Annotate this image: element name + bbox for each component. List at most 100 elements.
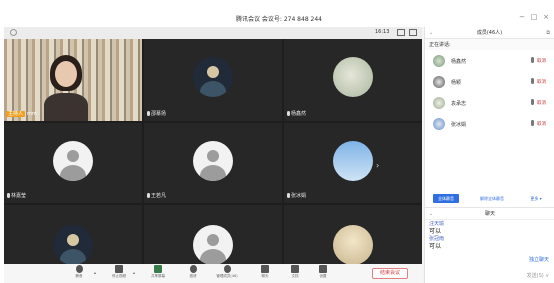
- avatar: [333, 225, 373, 264]
- mute-toggle[interactable]: 取消: [537, 121, 546, 127]
- meeting-window: 腾讯会议 会议号: 274 848 244 − □ × 16:13 主持人 mm …: [4, 10, 554, 283]
- collapse-icon[interactable]: ⌄: [429, 27, 433, 39]
- avatar: [193, 57, 233, 97]
- message-text: 可以: [429, 243, 442, 250]
- screen-share-icon: [154, 265, 162, 273]
- mute-toggle[interactable]: 取消: [537, 79, 546, 85]
- microphone-icon[interactable]: [531, 57, 534, 63]
- chat-message: 张冠雨 可以: [429, 236, 551, 251]
- invite-icon: [189, 265, 197, 273]
- private-chat-link[interactable]: 独立聊天: [529, 256, 549, 263]
- button-label: 设置: [319, 274, 327, 278]
- avatar: [53, 141, 93, 181]
- invite-button[interactable]: 邀请: [176, 265, 210, 283]
- more-button[interactable]: 更多 ▾: [525, 194, 547, 203]
- popout-icon[interactable]: ⧉: [546, 27, 550, 39]
- document-icon: [291, 265, 299, 273]
- collapse-icon[interactable]: ⌄: [429, 208, 433, 220]
- unmute-all-button[interactable]: 解除全体静音: [476, 194, 508, 203]
- avatar: [433, 97, 445, 109]
- video-tile[interactable]: 邵慕扬: [144, 39, 282, 121]
- settings-icon: [319, 265, 327, 273]
- microphone-icon: [147, 193, 150, 198]
- participant-name: mm: [27, 111, 37, 117]
- button-label: 聊天: [261, 274, 269, 278]
- button-label: 共享屏幕: [151, 274, 165, 278]
- participant-name: 王若凡: [147, 193, 166, 200]
- speaking-section-label: 正在讲话:: [425, 39, 554, 50]
- window-title: 腾讯会议 会议号: 274 848 244: [235, 16, 322, 23]
- mute-toggle[interactable]: 取消: [537, 58, 546, 64]
- fullscreen-icon[interactable]: [409, 29, 417, 36]
- microphone-icon[interactable]: [531, 120, 534, 126]
- chat-icon: [261, 265, 269, 273]
- member-row[interactable]: 袁承志 取消: [425, 92, 554, 113]
- avatar: [193, 225, 233, 264]
- chat-messages: 汪天瑜 可以 张冠雨 可以: [425, 220, 554, 252]
- avatar: [333, 57, 373, 97]
- member-row[interactable]: 杨鑫然 取消: [425, 50, 554, 71]
- member-name: 张冰娟: [451, 122, 467, 128]
- mute-button[interactable]: 静音: [62, 265, 96, 283]
- video-tile-self[interactable]: 主持人 mm: [4, 39, 142, 121]
- meeting-toolbar: 静音 ▴ 停止视频 ▴ 共享屏幕 邀请 管理成员(46) 聊天 文档 设置 结束…: [4, 264, 422, 283]
- host-name-label: 主持人 mm: [6, 111, 37, 118]
- mute-all-button[interactable]: 全体静音: [433, 194, 459, 203]
- manage-members-button[interactable]: 管理成员(46): [210, 265, 244, 283]
- chat-panel: ⌄ 聊天 汪天瑜 可以 张冠雨 可以 独立聊天 发送(S) ∨: [425, 207, 554, 283]
- avatar: [433, 118, 445, 130]
- layout-ratio[interactable]: 16:13: [375, 29, 389, 35]
- avatar: [53, 225, 93, 264]
- end-meeting-button[interactable]: 结束会议: [372, 268, 408, 279]
- maximize-button[interactable]: □: [528, 13, 540, 22]
- video-tile[interactable]: 王若凡: [144, 123, 282, 203]
- panel-title: 成员(46人): [476, 30, 503, 36]
- video-grid: 主持人 mm 邵慕扬 杨鑫然 林嘉莹 王若凡 张冰娟 ›: [4, 39, 422, 264]
- chevron-up-icon[interactable]: ▴: [94, 270, 96, 275]
- member-name: 杨鑫然: [451, 59, 467, 65]
- chevron-up-icon[interactable]: ▴: [133, 270, 135, 275]
- message-sender[interactable]: 汪天瑜: [429, 221, 551, 228]
- share-screen-button[interactable]: 共享屏幕: [141, 265, 175, 283]
- video-tile[interactable]: 张冰娟: [284, 123, 422, 203]
- video-tile[interactable]: 林嘉莹: [4, 123, 142, 203]
- video-tile[interactable]: [4, 205, 142, 264]
- microphone-icon[interactable]: [531, 78, 534, 84]
- members-icon: [223, 265, 231, 273]
- microphone-icon: [75, 265, 83, 273]
- video-tile[interactable]: [284, 205, 422, 264]
- send-button[interactable]: 发送(S) ∨: [527, 272, 549, 279]
- member-name: 杨颖: [451, 80, 462, 86]
- video-tile[interactable]: 杨鑫然: [284, 39, 422, 121]
- member-actions: 全体静音 解除全体静音 更多 ▾: [425, 193, 554, 205]
- next-page-icon[interactable]: ›: [376, 161, 379, 170]
- participant-video: [44, 55, 88, 121]
- microphone-icon: [287, 111, 290, 116]
- microphone-icon: [7, 193, 10, 198]
- video-toolbar: 16:13: [4, 27, 422, 39]
- gallery-view-icon[interactable]: [397, 29, 405, 36]
- minimize-button[interactable]: −: [516, 13, 528, 22]
- panel-header: ⌄ 成员(46人) ⧉: [425, 27, 554, 39]
- chat-header: ⌄ 聊天: [425, 208, 554, 220]
- button-label: 停止视频: [112, 274, 126, 278]
- message-sender[interactable]: 张冠雨: [429, 236, 551, 243]
- mute-toggle[interactable]: 取消: [537, 100, 546, 106]
- network-icon[interactable]: [10, 29, 17, 36]
- chat-button[interactable]: 聊天: [248, 265, 282, 283]
- button-label: 静音: [75, 274, 83, 278]
- chat-title: 聊天: [484, 211, 495, 217]
- member-row[interactable]: 张冰娟 取消: [425, 113, 554, 134]
- stop-video-button[interactable]: 停止视频: [102, 265, 136, 283]
- participant-name: 杨鑫然: [287, 111, 306, 118]
- avatar: [193, 141, 233, 181]
- message-text: 可以: [429, 228, 442, 235]
- microphone-icon[interactable]: [531, 99, 534, 105]
- members-panel: ⌄ 成员(46人) ⧉ 正在讲话: 杨鑫然 取消 杨颖 取消 袁承志 取消 张冰…: [424, 27, 554, 283]
- member-name: 袁承志: [451, 101, 467, 107]
- participant-name: 邵慕扬: [147, 111, 166, 118]
- member-row[interactable]: 杨颖 取消: [425, 71, 554, 92]
- close-button[interactable]: ×: [540, 13, 552, 22]
- settings-button[interactable]: 设置: [306, 265, 340, 283]
- video-tile[interactable]: [144, 205, 282, 264]
